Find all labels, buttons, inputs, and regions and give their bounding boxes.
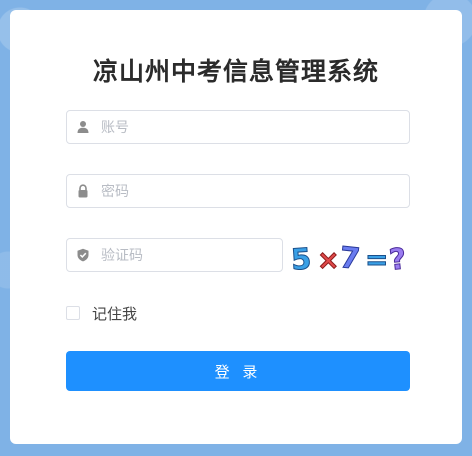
account-input[interactable] xyxy=(99,111,401,145)
page-title: 凉山州中考信息管理系统 xyxy=(92,57,379,86)
login-card: 凉山州中考信息管理系统 5 × 7 = ? 记住我 登 录 xyxy=(10,10,462,444)
checkbox-box[interactable] xyxy=(66,306,80,320)
captcha-input[interactable] xyxy=(99,239,274,273)
svg-text:?: ? xyxy=(388,241,408,274)
login-button[interactable]: 登 录 xyxy=(66,351,410,391)
password-input[interactable] xyxy=(99,175,401,209)
svg-text:7: 7 xyxy=(338,240,362,274)
svg-text:=: = xyxy=(365,243,388,274)
remember-me-label: 记住我 xyxy=(92,304,138,323)
user-icon xyxy=(77,121,89,133)
lock-icon xyxy=(78,184,88,198)
password-field[interactable] xyxy=(66,174,410,209)
shield-icon xyxy=(77,248,89,262)
svg-text:×: × xyxy=(317,245,340,274)
captcha-image[interactable]: 5 × 7 = ? xyxy=(290,238,414,274)
captcha-field[interactable] xyxy=(66,238,283,273)
remember-me-checkbox[interactable]: 记住我 xyxy=(66,303,137,323)
svg-text:5: 5 xyxy=(290,241,312,274)
account-field[interactable] xyxy=(66,110,410,145)
